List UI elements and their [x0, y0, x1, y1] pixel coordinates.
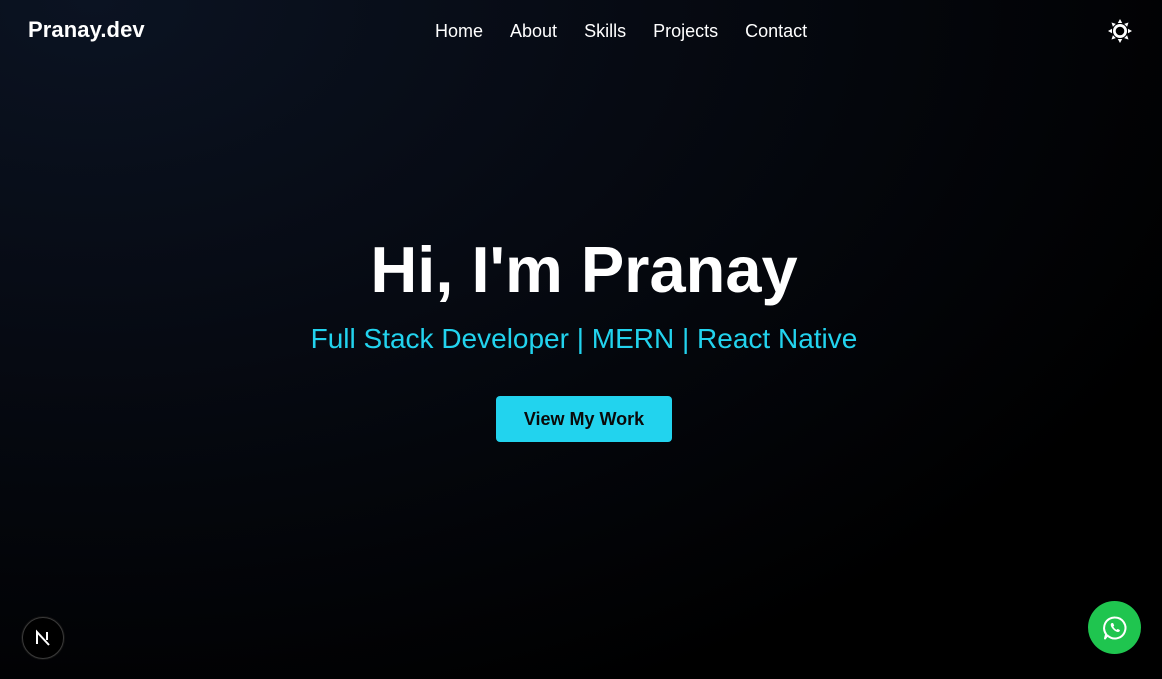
nav-link-contact[interactable]: Contact — [745, 21, 807, 42]
theme-toggle-button[interactable] — [1106, 17, 1134, 45]
nav-link-skills[interactable]: Skills — [584, 21, 626, 42]
main-nav: Home About Skills Projects Contact — [435, 21, 834, 42]
whatsapp-icon — [1102, 615, 1126, 639]
nextjs-dev-badge[interactable] — [22, 617, 64, 659]
site-logo[interactable]: Pranay.dev — [28, 17, 145, 43]
navbar: Pranay.dev Home About Skills Projects Co… — [0, 0, 1162, 64]
nav-link-projects[interactable]: Projects — [653, 21, 718, 42]
nextjs-icon — [36, 629, 50, 646]
hero-title: Hi, I'm Pranay — [370, 233, 798, 306]
nav-link-home[interactable]: Home — [435, 21, 483, 42]
whatsapp-button[interactable] — [1088, 601, 1141, 654]
view-my-work-button[interactable]: View My Work — [496, 396, 672, 442]
nav-link-about[interactable]: About — [510, 21, 557, 42]
sun-icon — [1108, 19, 1132, 43]
hero-subtitle: Full Stack Developer | MERN | React Nati… — [310, 323, 858, 354]
hero-section: Hi, I'm Pranay Full Stack Developer | ME… — [0, 230, 1162, 356]
